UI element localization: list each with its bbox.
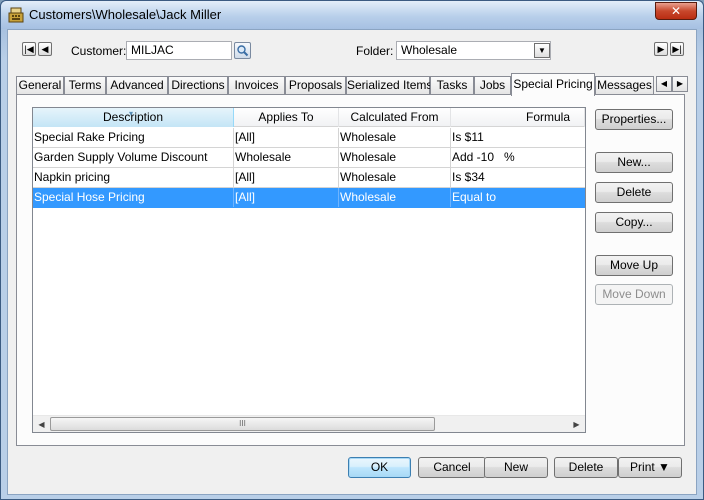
cell-description: Napkin pricing [33,168,234,187]
close-icon: ✕ [670,4,682,18]
folder-label: Folder: [356,44,394,58]
cell-formula: Equal to [452,190,497,204]
tab-directions[interactable]: Directions [168,76,228,95]
tab-advanced[interactable]: Advanced [106,76,168,95]
tab-tasks[interactable]: Tasks [430,76,474,95]
first-record-icon: |◀ [24,44,34,54]
horizontal-scrollbar[interactable]: ◀ III ▶ [33,415,585,432]
cell-description: Special Rake Pricing [33,128,234,147]
table-row[interactable]: Napkin pricing [All] Wholesale Is $34 [33,168,585,188]
cell-description: Garden Supply Volume Discount [33,148,234,167]
tab-special-pricing[interactable]: Special Pricing [511,73,595,96]
cell-applies-to: [All] [234,128,339,147]
cell-applies-to: [All] [234,188,339,207]
cell-calculated-from: Wholesale [339,128,451,147]
dialog-body: |◀ ◀ Customer: MILJAC Folder: Wholesale … [7,29,697,495]
tab-serialized-items[interactable]: Serialized Items [346,76,432,95]
tab-scroll-right-button[interactable]: ▶ [672,76,688,92]
column-header-formula[interactable]: Formula [451,108,585,127]
first-record-button[interactable]: |◀ [22,42,36,56]
next-record-button[interactable]: ▶ [654,42,668,56]
table-row[interactable]: Special Rake Pricing [All] Wholesale Is … [33,128,585,148]
last-record-icon: ▶| [672,44,682,54]
cancel-button[interactable]: Cancel [418,457,486,478]
folder-select[interactable]: Wholesale [396,41,551,60]
tab-invoices[interactable]: Invoices [228,76,285,95]
cash-register-icon [8,7,24,23]
ok-button[interactable]: OK [348,457,411,478]
customer-label: Customer: [71,44,127,58]
column-header-applies-to[interactable]: Applies To [234,108,339,127]
sort-ascending-icon: ▾ [129,109,134,118]
folder-value: Wholesale [401,43,458,57]
new-pricing-button[interactable]: New... [595,152,673,173]
customer-lookup-button[interactable] [234,42,251,59]
customer-field[interactable]: MILJAC [126,41,232,60]
tab-scroll-left-button[interactable]: ◀ [656,76,672,92]
cell-applies-to: Wholesale [234,148,339,167]
cell-formula: Add -10 % [452,150,515,164]
new-button[interactable]: New [484,457,548,478]
cell-applies-to: [All] [234,168,339,187]
tab-jobs[interactable]: Jobs [474,76,511,95]
scroll-right-arrow-icon[interactable]: ▶ [568,416,585,433]
print-button[interactable]: Print ▼ [618,457,682,478]
cell-description: Special Hose Pricing [33,188,234,207]
magnifier-icon [237,45,249,57]
properties-button[interactable]: Properties... [595,109,673,130]
move-up-button[interactable]: Move Up [595,255,673,276]
tab-messages[interactable]: Messages [595,76,654,95]
close-button[interactable]: ✕ [655,2,697,20]
move-down-button[interactable]: Move Down [595,284,673,305]
folder-dropdown-button[interactable]: ▼ [534,43,550,58]
delete-pricing-button[interactable]: Delete [595,182,673,203]
delete-button[interactable]: Delete [554,457,618,478]
copy-pricing-button[interactable]: Copy... [595,212,673,233]
scroll-grip: III [239,419,246,428]
table-row[interactable]: Garden Supply Volume Discount Wholesale … [33,148,585,168]
chevron-down-icon: ▼ [538,46,546,55]
window-title: Customers\Wholesale\Jack Miller [29,7,222,22]
previous-record-icon: ◀ [41,44,49,54]
title-bar[interactable]: Customers\Wholesale\Jack Miller ✕ [1,1,703,29]
customer-window: Customers\Wholesale\Jack Miller ✕ |◀ ◀ C… [0,0,704,500]
grid-header: ▾ Description Applies To Calculated From… [33,108,585,127]
previous-record-button[interactable]: ◀ [38,42,52,56]
cell-calculated-from: Wholesale [339,168,451,187]
cell-formula: Is $11 [452,130,484,144]
scroll-thumb[interactable]: III [50,417,435,431]
column-header-calculated-from[interactable]: Calculated From [339,108,451,127]
chevron-right-icon: ▶ [676,79,684,88]
cell-calculated-from: Wholesale [339,188,451,207]
cell-calculated-from: Wholesale [339,148,451,167]
next-record-icon: ▶ [657,44,665,54]
tab-terms[interactable]: Terms [64,76,106,95]
column-header-description[interactable]: ▾ Description [33,108,234,127]
tab-general[interactable]: General [16,76,64,95]
pricing-grid[interactable]: ▾ Description Applies To Calculated From… [32,107,586,433]
table-row-selected[interactable]: Special Hose Pricing [All] Wholesale Equ… [33,188,585,208]
tab-proposals[interactable]: Proposals [285,76,346,95]
special-pricing-panel: ▾ Description Applies To Calculated From… [16,94,685,446]
cell-formula: Is $34 [452,170,485,184]
last-record-button[interactable]: ▶| [670,42,684,56]
chevron-left-icon: ◀ [660,79,668,88]
scroll-left-arrow-icon[interactable]: ◀ [33,416,50,433]
